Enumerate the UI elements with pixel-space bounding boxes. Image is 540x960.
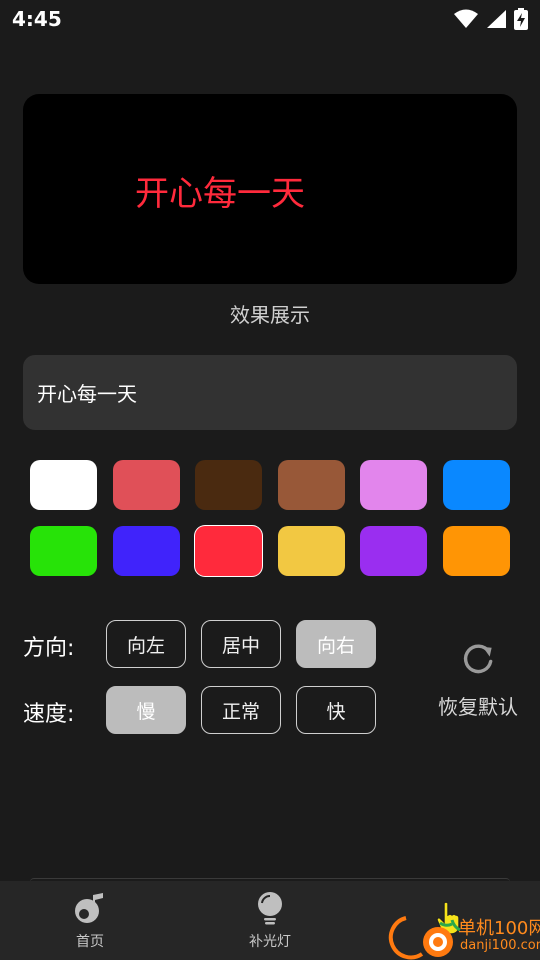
watermark-title: 单机100网 (458, 918, 540, 939)
tab-fill-light[interactable]: 补光灯 (180, 881, 360, 960)
color-swatch[interactable] (360, 526, 428, 576)
color-swatch[interactable] (30, 526, 97, 576)
direction-right-button[interactable]: 向右 (296, 620, 376, 668)
lightbulb-icon (258, 891, 282, 924)
color-swatch[interactable] (112, 460, 180, 510)
reset-label: 恢复默认 (438, 695, 518, 719)
speed-label: 速度: (23, 702, 75, 727)
tab-home[interactable]: 首页 (0, 881, 180, 960)
tab-label: 首页 (76, 933, 104, 950)
color-swatch[interactable] (442, 460, 510, 510)
direction-left-button[interactable]: 向左 (106, 620, 186, 668)
preview-display: 开心每一天 (23, 94, 517, 284)
color-swatch[interactable] (112, 526, 180, 576)
refresh-icon (463, 644, 493, 674)
speed-fast-button[interactable]: 快 (296, 686, 376, 734)
status-bar: 4:45 (0, 0, 540, 38)
color-swatch[interactable] (360, 460, 428, 510)
battery-charging-icon (514, 8, 528, 30)
signal-icon (487, 10, 506, 28)
direction-label: 方向: (23, 636, 75, 661)
watermark-logo-icon (388, 916, 453, 960)
wifi-icon (454, 9, 478, 28)
status-time: 4:45 (12, 7, 62, 31)
site-watermark: 单机100网 danji100.com (388, 912, 540, 960)
preview-text: 开心每一天 (135, 174, 305, 214)
direction-center-button[interactable]: 居中 (201, 620, 281, 668)
tab-label: 补光灯 (249, 933, 291, 950)
reset-default-button[interactable]: 恢复默认 (432, 640, 524, 720)
music-note-icon (75, 892, 103, 923)
preview-caption: 效果展示 (230, 303, 310, 327)
speed-normal-button[interactable]: 正常 (201, 686, 281, 734)
color-swatch[interactable] (195, 460, 263, 510)
marquee-text-input[interactable] (23, 355, 517, 430)
color-swatch[interactable] (277, 460, 345, 510)
watermark-url: danji100.com (460, 938, 540, 953)
color-palette (30, 460, 510, 576)
color-swatch[interactable] (195, 526, 263, 576)
status-icons (454, 8, 528, 30)
speed-slow-button[interactable]: 慢 (106, 686, 186, 734)
color-swatch[interactable] (277, 526, 345, 576)
color-swatch[interactable] (30, 460, 97, 510)
color-swatch[interactable] (442, 526, 510, 576)
